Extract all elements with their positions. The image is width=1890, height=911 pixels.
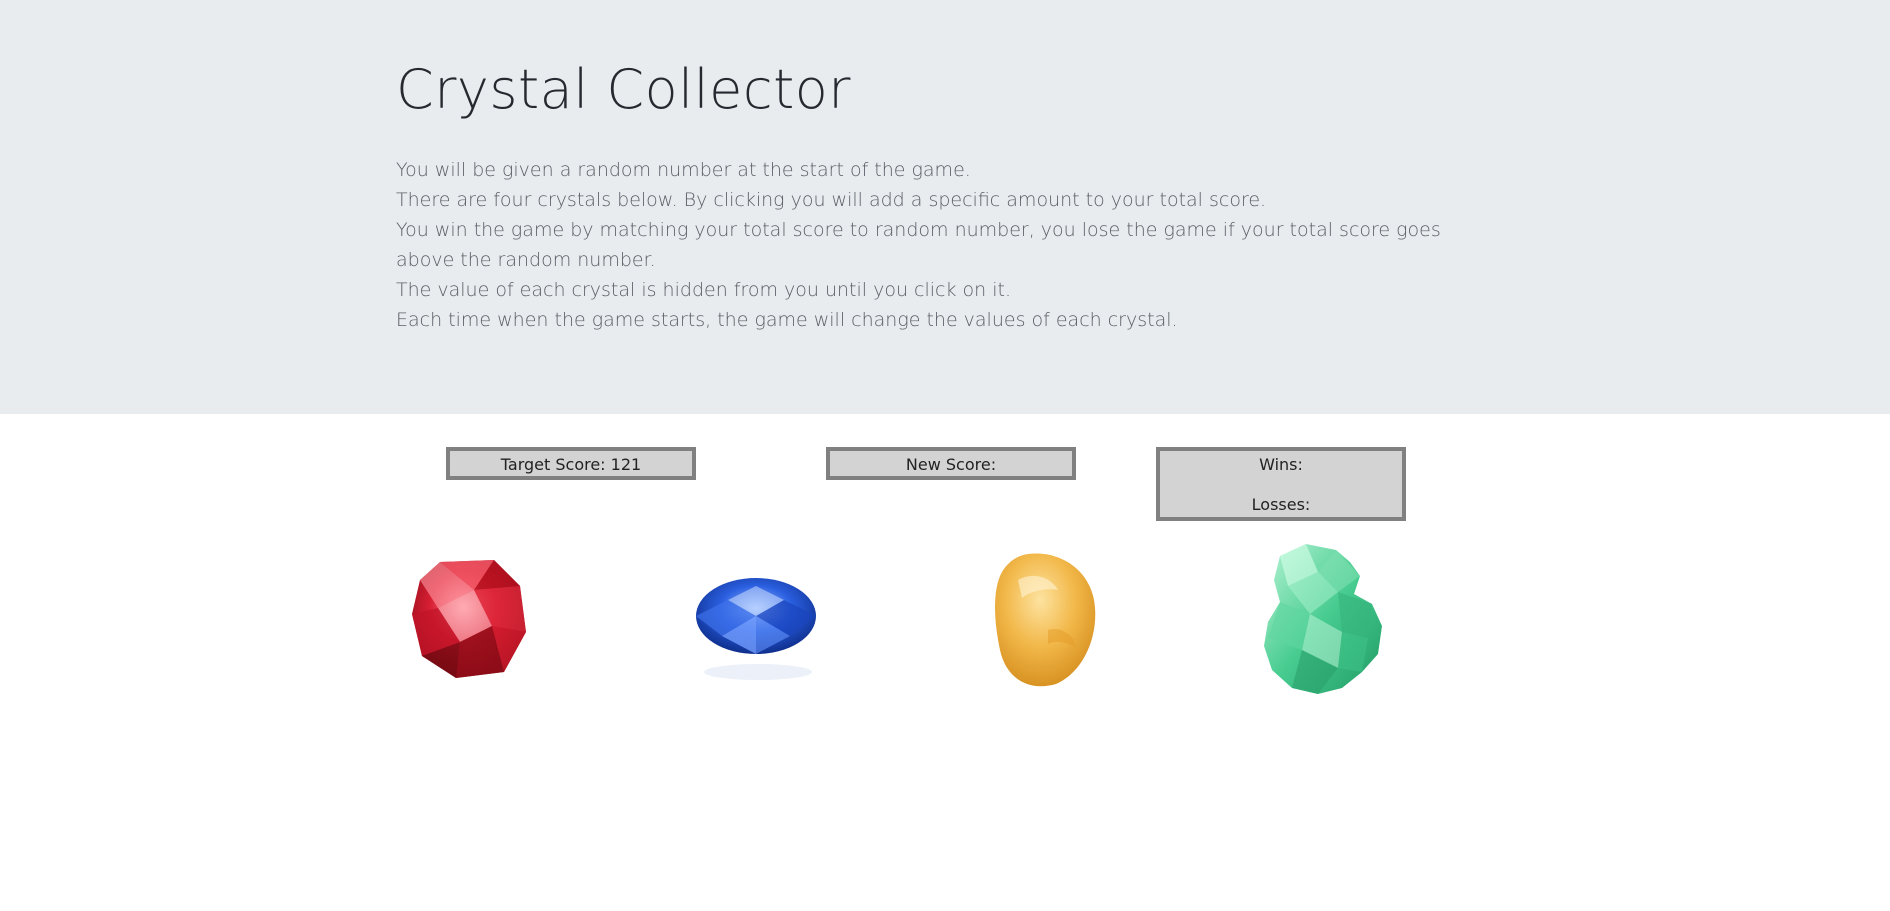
wins-label: Wins: (1259, 455, 1303, 474)
instruction-line: There are four crystals below. By clicki… (396, 189, 1267, 211)
red-crystal-icon (412, 560, 526, 678)
game-instructions: You will be given a random number at the… (396, 155, 1496, 335)
header-banner: Crystal Collector You will be given a ra… (0, 0, 1890, 414)
target-score-panel: Target Score: 121 (446, 447, 696, 480)
yellow-crystal[interactable] (988, 550, 1100, 690)
losses-label: Losses: (1251, 495, 1311, 514)
blue-crystal-icon (696, 578, 816, 680)
record-spacer (1160, 475, 1402, 495)
instruction-line: The value of each crystal is hidden from… (396, 279, 1012, 301)
target-score-label: Target Score: 121 (500, 455, 642, 474)
new-score-label: New Score: (905, 455, 997, 474)
page-title: Crystal Collector (396, 58, 852, 121)
green-crystal-icon (1264, 544, 1382, 694)
green-crystal[interactable] (1258, 542, 1390, 698)
yellow-crystal-icon (995, 553, 1096, 687)
instruction-line: You win the game by matching your total … (396, 219, 1441, 271)
instruction-line: Each time when the game starts, the game… (396, 309, 1178, 331)
instruction-line: You will be given a random number at the… (396, 159, 971, 181)
blue-crystal[interactable] (692, 566, 822, 696)
red-crystal[interactable] (408, 556, 532, 682)
new-score-panel: New Score: (826, 447, 1076, 480)
win-loss-panel: Wins: Losses: (1156, 447, 1406, 521)
